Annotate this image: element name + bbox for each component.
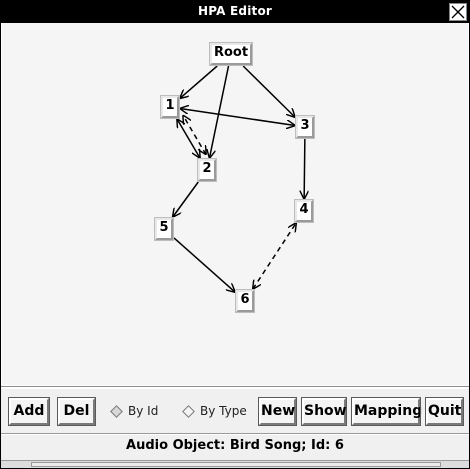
title-bar[interactable]: HPA Editor xyxy=(1,1,469,23)
graph-edges xyxy=(2,65,468,385)
close-icon xyxy=(451,5,465,19)
graph-edge-n1-n3 xyxy=(180,108,295,125)
status-text: Audio Object: Bird Song; Id: 6 xyxy=(126,438,344,453)
window-title: HPA Editor xyxy=(198,4,272,18)
graph-edge-root-n2 xyxy=(209,65,230,158)
node-label: Root xyxy=(213,45,249,60)
graph-node-root[interactable]: Root xyxy=(209,42,253,66)
toolbar: Add Del By Id By Type New Show Mapping Q… xyxy=(1,389,469,433)
graph-node-4[interactable]: 4 xyxy=(294,199,314,223)
node-label: 5 xyxy=(159,220,169,235)
node-label: 4 xyxy=(299,202,309,217)
graph-edge-root-n3 xyxy=(242,65,295,117)
radio-diamond-icon xyxy=(182,405,195,418)
toolbar-separator xyxy=(1,386,469,388)
graph-edge-n2-n5 xyxy=(173,181,199,217)
graph-edge-n6-n4 xyxy=(253,223,296,289)
graph-node-2[interactable]: 2 xyxy=(197,158,217,182)
graph-node-5[interactable]: 5 xyxy=(154,217,174,241)
resize-grip[interactable] xyxy=(31,462,441,467)
add-button[interactable]: Add xyxy=(8,397,50,426)
graph-node-1[interactable]: 1 xyxy=(160,95,180,119)
graph-edge-root-n1 xyxy=(180,65,218,98)
radio-by-id-label: By Id xyxy=(128,404,159,418)
mapping-button[interactable]: Mapping xyxy=(351,397,422,426)
graph-node-6[interactable]: 6 xyxy=(235,289,255,313)
node-label: 6 xyxy=(240,292,250,307)
status-bar: Audio Object: Bird Song; Id: 6 xyxy=(1,435,469,460)
del-button[interactable]: Del xyxy=(57,397,96,426)
node-label: 3 xyxy=(300,118,310,133)
node-label: 1 xyxy=(165,98,175,113)
graph-edge-n3-n4 xyxy=(304,138,305,199)
node-label: 2 xyxy=(202,161,212,176)
show-button[interactable]: Show xyxy=(301,397,347,426)
quit-button[interactable]: Quit xyxy=(425,397,464,426)
radio-by-type[interactable]: By Type xyxy=(182,398,254,425)
radio-by-id[interactable]: By Id xyxy=(110,398,170,425)
close-button[interactable] xyxy=(449,3,467,21)
radio-by-type-label: By Type xyxy=(200,404,247,418)
graph-edge-n5-n6 xyxy=(173,237,235,292)
radio-diamond-icon xyxy=(110,405,123,418)
graph-node-3[interactable]: 3 xyxy=(295,115,315,139)
new-button[interactable]: New xyxy=(258,397,297,426)
bottom-frame xyxy=(1,460,469,468)
graph-canvas[interactable]: Root 1 2 3 4 5 6 xyxy=(2,23,468,385)
hpa-editor-window: HPA Editor Root 1 2 3 4 5 6 Add Del By I… xyxy=(0,0,470,469)
